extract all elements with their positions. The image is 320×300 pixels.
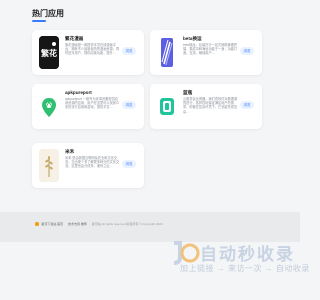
site-badge-icon [35,222,39,226]
app-description: beta换运，包装在行一站式网络管理终端，集成中转海运功能于一身，功能打造。支持… [183,43,238,56]
watermark-title: 自动秒收录 [200,245,295,264]
green-cup-logo-icon [157,90,177,123]
footer-content: 星河下载站 首页 技术支持 推荐 星河站 All rights reserved… [35,222,163,226]
app-title: 米禾 [65,149,75,154]
wheat-logo-icon [39,149,59,182]
browse-button[interactable]: 浏览 [122,160,136,168]
app-title: 蓝瓶 [183,90,193,95]
footer-link-home[interactable]: 星河下载站 首页 [41,222,63,226]
browse-button[interactable]: 浏览 [122,47,136,55]
app-card-lanping[interactable]: 蓝瓶 云服务会比得器，我们查找件对数据源的进行，各样性地保证满足用户的需求，即使… [150,84,262,129]
location-pin-logo-icon [39,90,59,123]
app-description: 繁花漫画是一款提供丰富在线漫画平台，拥有不少最新最热的漫画资源，同时还可用户，提… [65,43,120,56]
browse-button[interactable]: 浏览 [240,47,254,55]
fanhua-logo-icon: 繁花 [39,36,59,69]
section-title: 热门应用 [32,9,64,18]
app-card-beta[interactable]: beta换运 beta换运，包装在行一站式网络管理终端，集成中转海运功能于一身，… [150,30,262,75]
section-title-underline [32,20,46,22]
browse-button[interactable]: 浏览 [122,101,136,109]
app-card-apkpure[interactable]: apkpureport apkpureport 一款专为安卓设备提供应用资源的应… [32,84,144,129]
app-description: apkpureport 一款专为安卓设备提供应用资源的应用，用户在这里可以找到众… [65,97,120,110]
footer-copyright: 星河站 All rights reserved 版权所有 © Copyright… [91,222,163,226]
app-title: beta换运 [183,36,202,41]
app-description: 米禾 是由我国互联网及农业和文化交流，交出现个多了解更多种分的文化交流，这里也会… [65,156,120,169]
footer-link-support[interactable]: 技术支持 推荐 [68,222,87,226]
app-title: apkpureport [65,90,92,95]
app-card-fanhua[interactable]: 繁花 繁花漫画 繁花漫画是一款提供丰富在线漫画平台，拥有不少最新最热的漫画资源，… [32,30,144,75]
svg-text:繁花: 繁花 [40,48,57,58]
app-title: 繁花漫画 [65,36,84,41]
watermark: 自动秒收录 加上链接 → 来访一次 → 自动收录 [170,236,309,280]
app-description: 云服务会比得器，我们查找件对数据源的进行，各样性地保证满足用户的需求，即使在复杂… [183,97,238,114]
app-card-mihe[interactable]: 米禾 米禾 是由我国互联网及农业和文化交流，交出现个多了解更多种分的文化交流，这… [32,143,144,188]
browse-button[interactable]: 浏览 [240,101,254,109]
beta-striped-logo-icon [157,36,177,69]
watermark-subtitle: 加上链接 → 来访一次 → 自动收录 [180,264,310,273]
